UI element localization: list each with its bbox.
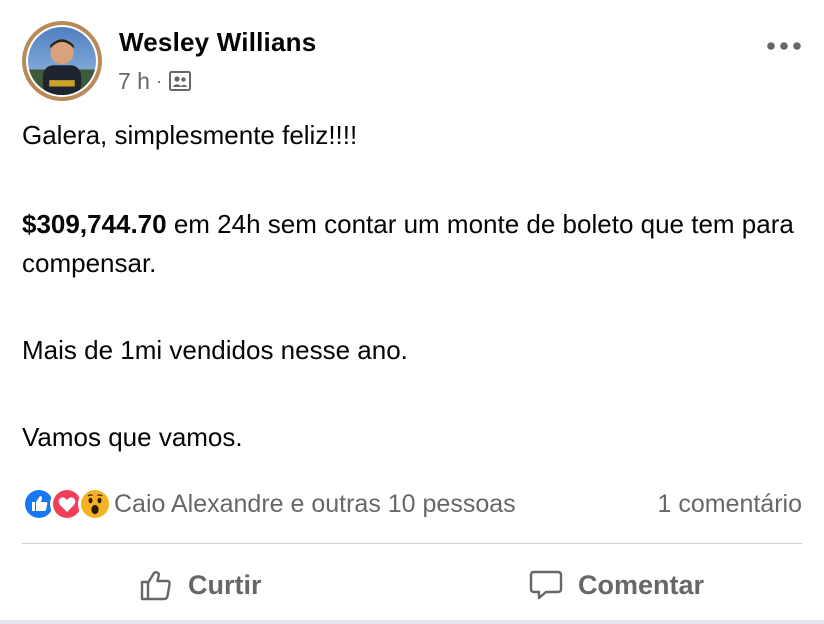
action-bar: Curtir Comentar [22,556,802,614]
more-options-button[interactable] [764,34,804,58]
reaction-icons[interactable] [22,487,112,521]
avatar-image [28,27,96,95]
avatar[interactable] [22,21,102,101]
wow-reaction-icon [78,487,112,521]
post-line-4: Vamos que vamos. [22,422,243,452]
friends-photo-icon[interactable] [168,70,192,92]
reactions-bar: Caio Alexandre e outras 10 pessoas 1 com… [22,484,802,524]
comments-count[interactable]: 1 comentário [657,490,802,519]
bottom-border [0,620,824,624]
post-meta: 7 h · [118,66,192,96]
divider [22,543,802,544]
more-dots-icon [767,42,801,50]
post-line-3: Mais de 1mi vendidos nesse ano. [22,335,408,365]
sales-amount: $309,744.70 [22,209,167,239]
post-line-2: $309,744.70 em 24h sem contar um monte d… [22,205,812,283]
thumbs-up-icon [138,567,174,603]
like-button[interactable]: Curtir [22,556,412,614]
post-time[interactable]: 7 h [118,68,150,95]
reaction-summary[interactable]: Caio Alexandre e outras 10 pessoas [114,490,516,519]
facebook-post: Wesley Willians 7 h · Galera, simplesmen… [0,0,824,624]
like-label: Curtir [188,569,262,600]
author-name[interactable]: Wesley Willians [119,27,316,58]
comment-button[interactable]: Comentar [412,556,802,614]
post-content: Galera, simplesmente feliz!!!! $309,744.… [22,116,812,457]
post-line-1: Galera, simplesmente feliz!!!! [22,120,358,150]
avatar-photo [26,25,98,97]
comment-icon [528,567,564,603]
comment-label: Comentar [578,569,705,600]
meta-separator: · [155,70,162,91]
